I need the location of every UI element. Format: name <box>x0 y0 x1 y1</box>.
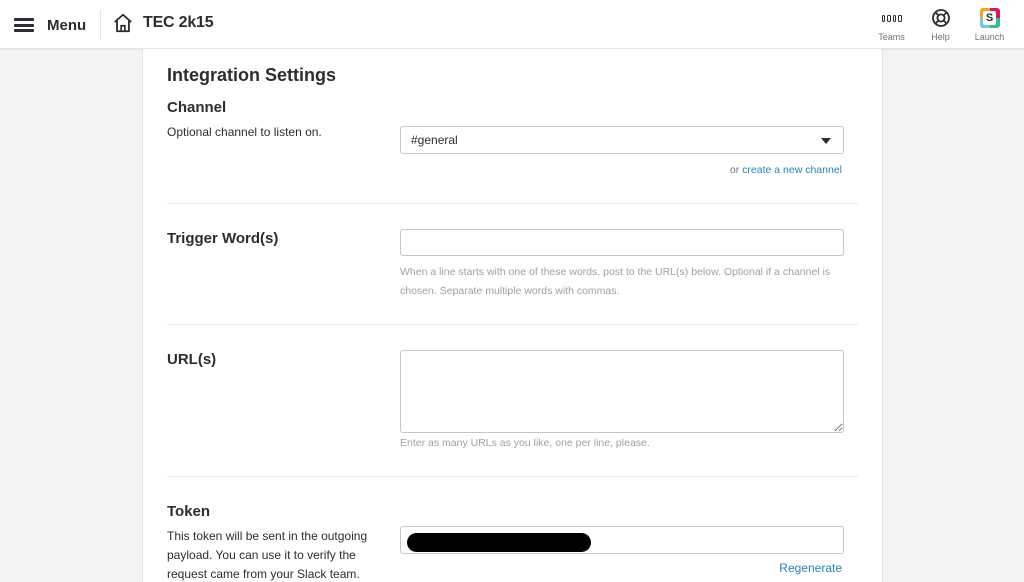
urls-title: URL(s) <box>167 351 217 368</box>
channel-selected-value: #general <box>411 133 458 147</box>
help-button[interactable]: Help <box>916 8 965 42</box>
menu-button[interactable]: Menu <box>14 14 86 36</box>
header-actions: Teams Help S Launch <box>867 8 1014 42</box>
teams-label: Teams <box>878 32 905 42</box>
team-name: TEC 2k15 <box>143 14 214 31</box>
or-text: or <box>729 164 740 176</box>
header-divider <box>100 10 101 40</box>
help-label: Help <box>931 32 950 42</box>
regenerate-link[interactable]: Regenerate <box>779 561 842 575</box>
token-description: This token will be sent in the outgoing … <box>167 529 368 581</box>
menu-label: Menu <box>47 16 87 34</box>
slack-launch-icon: S <box>979 8 1000 28</box>
trigger-words-title: Trigger Word(s) <box>167 230 279 247</box>
launch-label: Launch <box>974 32 1005 42</box>
urls-textarea[interactable] <box>400 350 844 433</box>
trigger-words-help: When a line starts with one of these wor… <box>400 266 831 297</box>
section-divider <box>167 203 858 204</box>
channel-title: Channel <box>167 99 227 116</box>
page-title: Integration Settings <box>167 65 337 85</box>
section-divider <box>167 476 858 477</box>
team-home-link[interactable]: TEC 2k15 <box>112 12 214 34</box>
hamburger-icon <box>14 18 34 32</box>
channel-select[interactable]: #general <box>400 126 844 154</box>
create-channel-link[interactable]: create a new channel <box>742 164 842 176</box>
redacted-token <box>407 533 591 552</box>
token-title: Token <box>167 503 211 520</box>
urls-help: Enter as many URLs as you like, one per … <box>400 437 650 449</box>
chevron-down-icon <box>821 138 831 144</box>
lifebuoy-icon <box>931 8 951 28</box>
section-divider <box>167 324 858 325</box>
top-bar: Menu TEC 2k15 Teams Help S Launch <box>0 0 1024 49</box>
trigger-words-input[interactable] <box>400 229 844 256</box>
launch-button[interactable]: S Launch <box>965 8 1014 42</box>
channel-description: Optional channel to listen on. <box>167 125 322 139</box>
integration-settings-panel: Integration Settings Channel Optional ch… <box>142 49 883 582</box>
home-icon <box>114 13 132 33</box>
token-field[interactable] <box>400 526 844 554</box>
teams-grid-icon <box>881 8 902 28</box>
create-channel-line: or create a new channel <box>730 161 842 180</box>
teams-button[interactable]: Teams <box>867 8 916 42</box>
